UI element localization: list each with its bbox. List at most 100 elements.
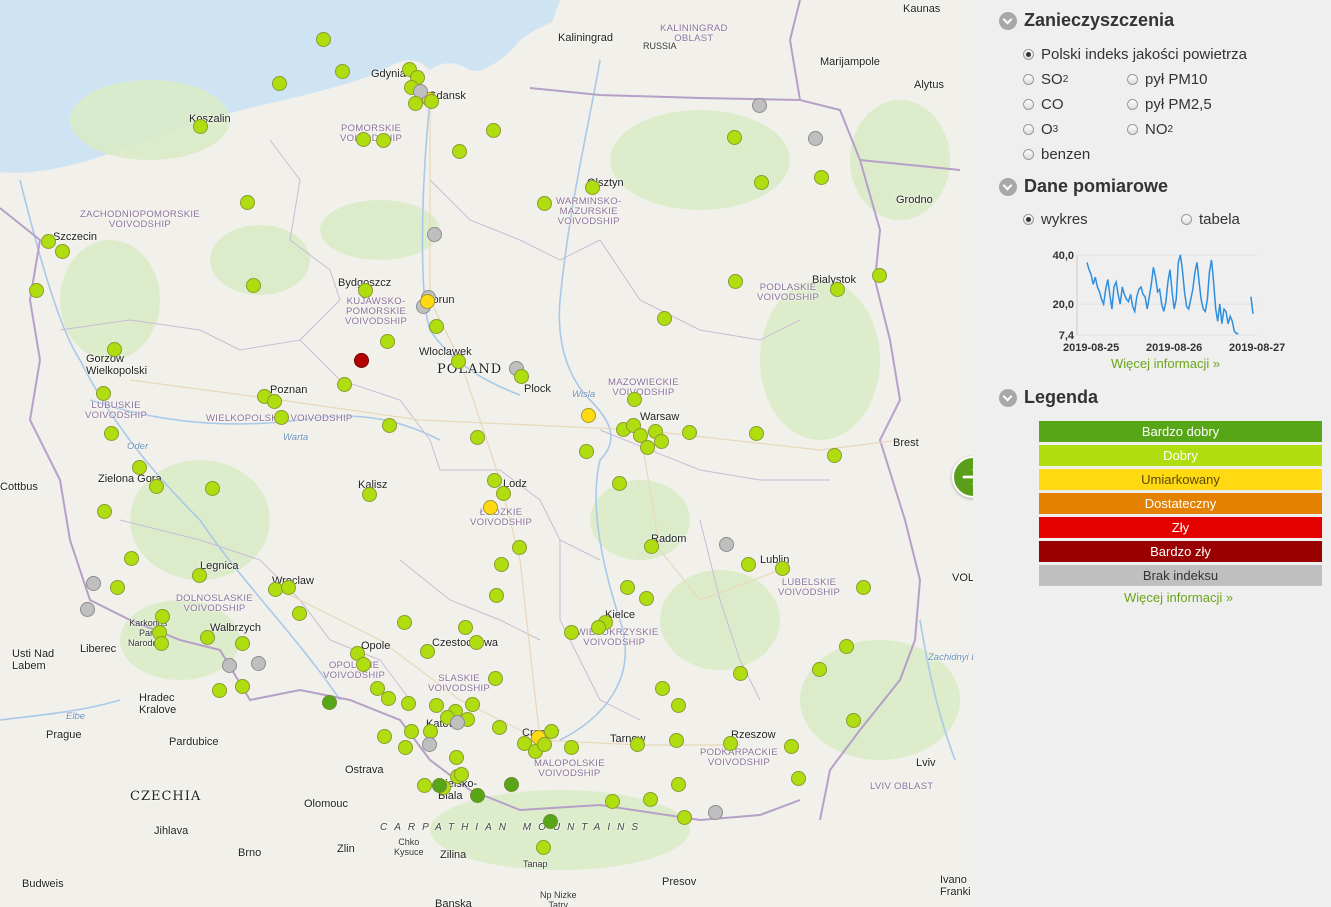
station-marker[interactable] [124, 551, 139, 566]
station-marker[interactable] [398, 740, 413, 755]
station-marker[interactable] [335, 64, 350, 79]
station-marker[interactable] [808, 131, 823, 146]
station-marker[interactable] [677, 810, 692, 825]
station-marker[interactable] [544, 724, 559, 739]
radio-o3[interactable]: O3 [1023, 121, 1058, 138]
station-marker[interactable] [591, 620, 606, 635]
station-marker[interactable] [420, 294, 435, 309]
station-marker[interactable] [420, 644, 435, 659]
station-marker[interactable] [514, 369, 529, 384]
station-marker[interactable] [380, 334, 395, 349]
station-marker[interactable] [494, 557, 509, 572]
station-marker[interactable] [749, 426, 764, 441]
station-marker[interactable] [397, 615, 412, 630]
station-marker[interactable] [708, 805, 723, 820]
radio-benzene[interactable]: benzen [1023, 146, 1090, 163]
radio-view-chart[interactable]: wykres [1023, 211, 1088, 228]
station-marker[interactable] [274, 410, 289, 425]
station-marker[interactable] [643, 792, 658, 807]
more-info-link-chart[interactable]: Więcej informacji » [1111, 356, 1220, 371]
station-marker[interactable] [251, 656, 266, 671]
station-marker[interactable] [470, 788, 485, 803]
station-marker[interactable] [205, 481, 220, 496]
station-marker[interactable] [322, 695, 337, 710]
station-marker[interactable] [830, 282, 845, 297]
station-marker[interactable] [846, 713, 861, 728]
station-marker[interactable] [356, 132, 371, 147]
station-marker[interactable] [417, 778, 432, 793]
station-marker[interactable] [235, 679, 250, 694]
station-marker[interactable] [401, 696, 416, 711]
station-marker[interactable] [404, 724, 419, 739]
station-marker[interactable] [727, 130, 742, 145]
station-marker[interactable] [377, 729, 392, 744]
station-marker[interactable] [449, 750, 464, 765]
station-marker[interactable] [465, 697, 480, 712]
station-marker[interactable] [376, 133, 391, 148]
station-marker[interactable] [452, 144, 467, 159]
station-marker[interactable] [620, 580, 635, 595]
station-marker[interactable] [671, 698, 686, 713]
station-marker[interactable] [682, 425, 697, 440]
station-marker[interactable] [872, 268, 887, 283]
station-marker[interactable] [639, 591, 654, 606]
station-marker[interactable] [543, 814, 558, 829]
station-marker[interactable] [356, 657, 371, 672]
station-marker[interactable] [839, 639, 854, 654]
station-marker[interactable] [354, 353, 369, 368]
station-marker[interactable] [719, 537, 734, 552]
station-marker[interactable] [654, 434, 669, 449]
station-marker[interactable] [192, 568, 207, 583]
station-marker[interactable] [235, 636, 250, 651]
station-marker[interactable] [240, 195, 255, 210]
station-marker[interactable] [657, 311, 672, 326]
station-marker[interactable] [579, 444, 594, 459]
air-quality-map[interactable]: Kaliningrad Gdynia Gdansk Koszalin Szczecin O… [0, 0, 973, 907]
station-marker[interactable] [246, 278, 261, 293]
station-marker[interactable] [741, 557, 756, 572]
station-marker[interactable] [427, 227, 442, 242]
station-marker[interactable] [536, 840, 551, 855]
station-marker[interactable] [489, 588, 504, 603]
station-marker[interactable] [784, 739, 799, 754]
station-marker[interactable] [627, 392, 642, 407]
pollution-section-header[interactable]: Zanieczyszczenia [999, 10, 1174, 31]
station-marker[interactable] [669, 733, 684, 748]
station-marker[interactable] [752, 98, 767, 113]
station-marker[interactable] [29, 283, 44, 298]
station-marker[interactable] [200, 630, 215, 645]
station-marker[interactable] [581, 408, 596, 423]
station-marker[interactable] [483, 500, 498, 515]
radio-pm25[interactable]: pył PM2,5 [1127, 96, 1212, 113]
more-info-link-legend[interactable]: Więcej informacji » [1124, 590, 1233, 605]
station-marker[interactable] [564, 625, 579, 640]
station-marker[interactable] [655, 681, 670, 696]
station-marker[interactable] [337, 377, 352, 392]
measurement-section-header[interactable]: Dane pomiarowe [999, 176, 1168, 197]
station-marker[interactable] [450, 715, 465, 730]
station-marker[interactable] [267, 394, 282, 409]
station-marker[interactable] [812, 662, 827, 677]
station-marker[interactable] [564, 740, 579, 755]
station-marker[interactable] [856, 580, 871, 595]
station-marker[interactable] [496, 486, 511, 501]
station-marker[interactable] [486, 123, 501, 138]
station-marker[interactable] [585, 180, 600, 195]
station-marker[interactable] [408, 96, 423, 111]
station-marker[interactable] [605, 794, 620, 809]
station-marker[interactable] [537, 737, 552, 752]
station-marker[interactable] [754, 175, 769, 190]
radio-no2[interactable]: NO 2 [1127, 121, 1173, 138]
station-marker[interactable] [97, 504, 112, 519]
station-marker[interactable] [55, 244, 70, 259]
radio-so2[interactable]: SO 2 [1023, 71, 1068, 88]
station-marker[interactable] [458, 620, 473, 635]
radio-polish-index[interactable]: Polski indeks jakości powietrza [1023, 46, 1247, 63]
station-marker[interactable] [155, 609, 170, 624]
station-marker[interactable] [424, 94, 439, 109]
radio-pm10[interactable]: pył PM10 [1127, 71, 1208, 88]
station-marker[interactable] [86, 576, 101, 591]
station-marker[interactable] [470, 430, 485, 445]
radio-view-table[interactable]: tabela [1181, 211, 1240, 228]
station-marker[interactable] [381, 691, 396, 706]
